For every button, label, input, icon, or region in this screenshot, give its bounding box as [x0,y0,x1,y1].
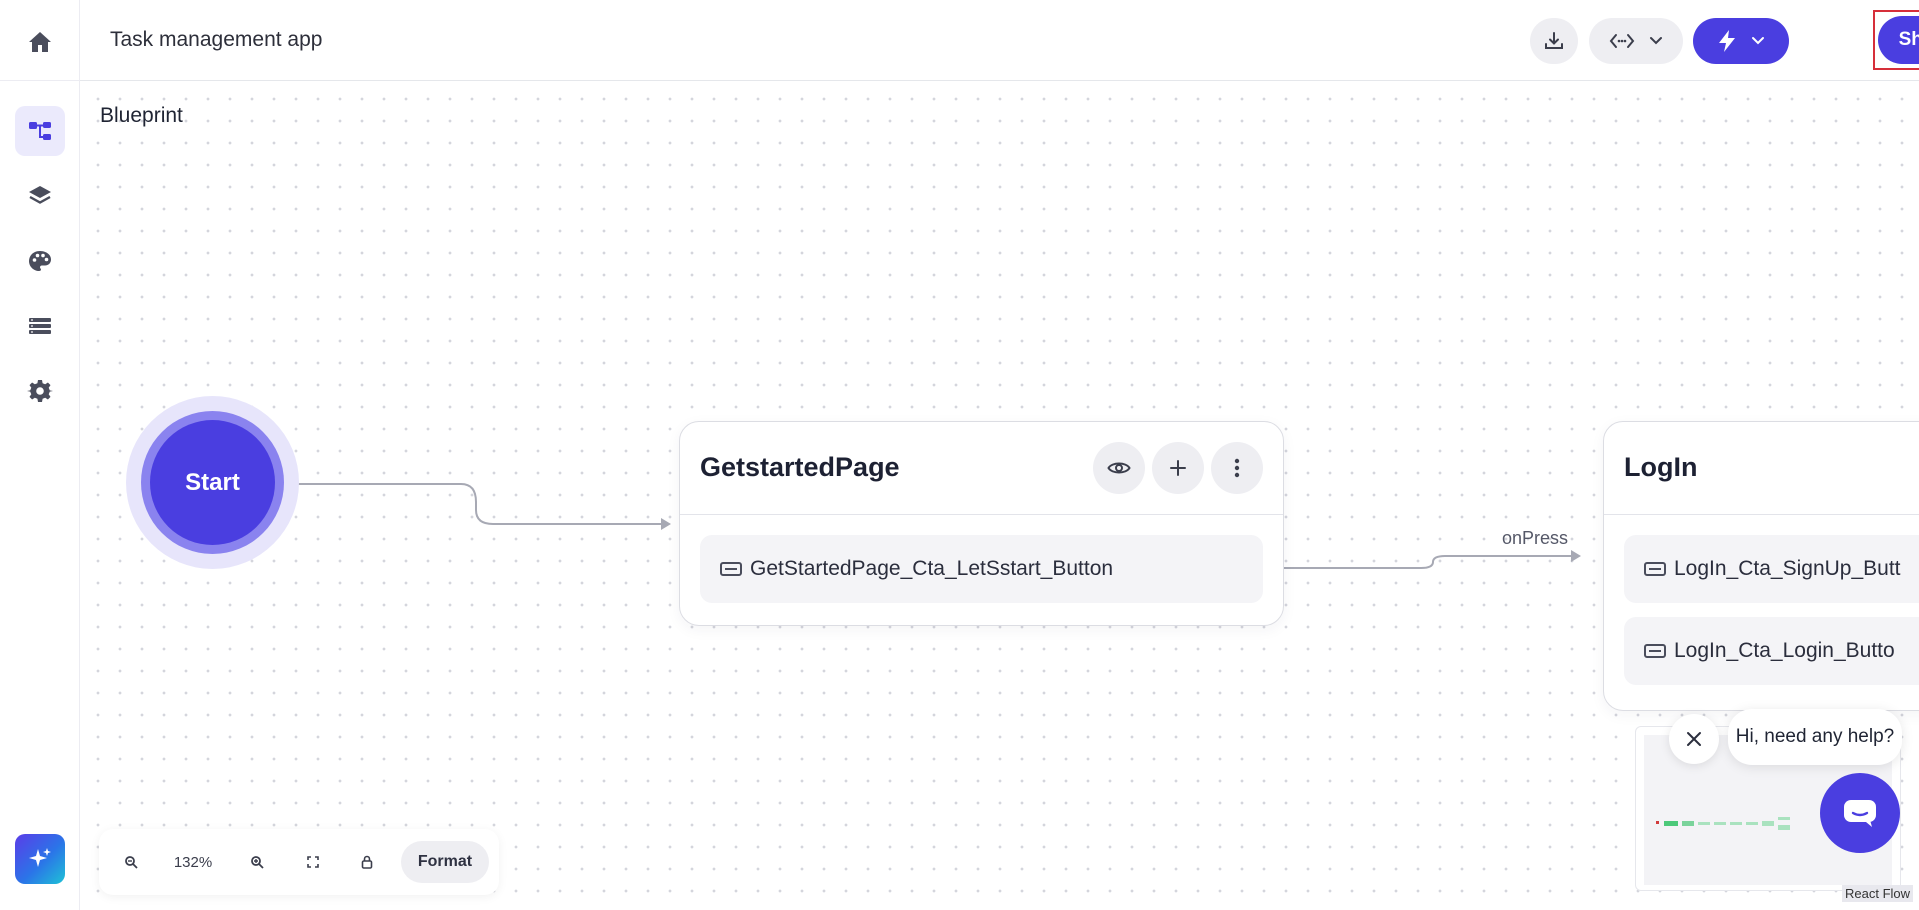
eye-icon [1107,462,1131,474]
sidebar-item-theme[interactable] [15,236,65,286]
lock-icon [361,855,373,869]
download-icon [1545,32,1563,49]
canvas-controls: 132% Format [99,829,499,895]
sidebar-item-data[interactable] [15,301,65,351]
button-element-icon [720,562,742,576]
help-message-bubble: Hi, need any help? [1728,709,1902,765]
more-vertical-icon [1234,458,1240,478]
download-button[interactable] [1530,18,1578,64]
node-element-row[interactable]: LogIn_Cta_SignUp_Butt [1624,535,1919,603]
format-button[interactable]: Format [401,841,489,883]
screen-node-login[interactable]: LogIn LogIn_Cta_SignUp_Butt LogIn_Cta_Lo… [1603,421,1919,711]
sidebar-item-layers[interactable] [15,171,65,221]
zoom-out-icon [125,856,138,869]
sidebar-item-blueprint[interactable] [15,106,65,156]
code-icon [1609,34,1635,48]
screen-node-getstartedpage[interactable]: GetstartedPage GetStartedPage_Cta_LetSst… [679,421,1284,626]
edge-getstarted-to-login [1266,555,1571,569]
zoom-in-icon [251,856,264,869]
fit-view-button[interactable] [293,841,333,883]
gear-icon [27,380,53,402]
edge-arrow [661,518,671,530]
node-element-row[interactable]: LogIn_Cta_Login_Butto [1624,617,1919,685]
code-dropdown-button[interactable] [1589,18,1683,64]
actions-dropdown-button[interactable] [1693,18,1789,64]
button-element-icon [1644,562,1666,576]
chevron-down-icon [1650,37,1662,45]
element-label: LogIn_Cta_Login_Butto [1674,639,1895,662]
chat-icon [1844,800,1876,827]
zoom-out-button[interactable] [111,841,151,883]
home-icon [29,32,51,52]
flow-icon [29,122,51,140]
palette-icon [29,251,51,271]
sidebar-item-settings[interactable] [15,366,65,416]
home-button[interactable] [16,18,64,66]
node-title: GetstartedPage [700,452,900,482]
storage-icon [29,318,51,334]
button-element-icon [1644,644,1666,658]
chat-launcher-button[interactable] [1820,773,1900,853]
rail-divider [0,80,80,81]
element-label: GetStartedPage_Cta_LetSstart_Button [750,557,1114,580]
close-icon [1687,732,1701,746]
edge-start-to-getstarted [275,483,661,525]
add-element-button[interactable] [1152,442,1204,494]
plus-icon [1170,460,1186,476]
edge-arrow [1571,550,1581,562]
ai-assistant-button[interactable] [15,834,65,884]
chevron-down-icon [1752,37,1764,45]
node-divider [680,514,1283,515]
app-title: Task management app [110,28,323,51]
node-element-row[interactable]: GetStartedPage_Cta_LetSstart_Button [700,535,1263,603]
node-divider [1604,514,1919,515]
share-button[interactable]: Share [1878,16,1919,64]
preview-button[interactable] [1093,442,1145,494]
react-flow-attribution[interactable]: React Flow [1842,885,1914,902]
bolt-icon [1719,30,1735,52]
zoom-level: 132% [173,853,213,871]
fit-view-icon [307,856,319,868]
layers-icon [29,186,51,204]
ai-sparkle-icon [29,848,51,867]
element-label: LogIn_Cta_SignUp_Butt [1674,557,1901,580]
zoom-in-button[interactable] [237,841,277,883]
start-node[interactable]: Start [150,420,275,545]
node-title: LogIn [1624,452,1698,482]
lock-button[interactable] [347,841,387,883]
more-options-button[interactable] [1211,442,1263,494]
close-help-button[interactable] [1669,714,1719,764]
edge-label: onPress [1502,528,1569,548]
left-sidebar [0,0,80,910]
top-header: Task management app Share [80,0,1919,81]
